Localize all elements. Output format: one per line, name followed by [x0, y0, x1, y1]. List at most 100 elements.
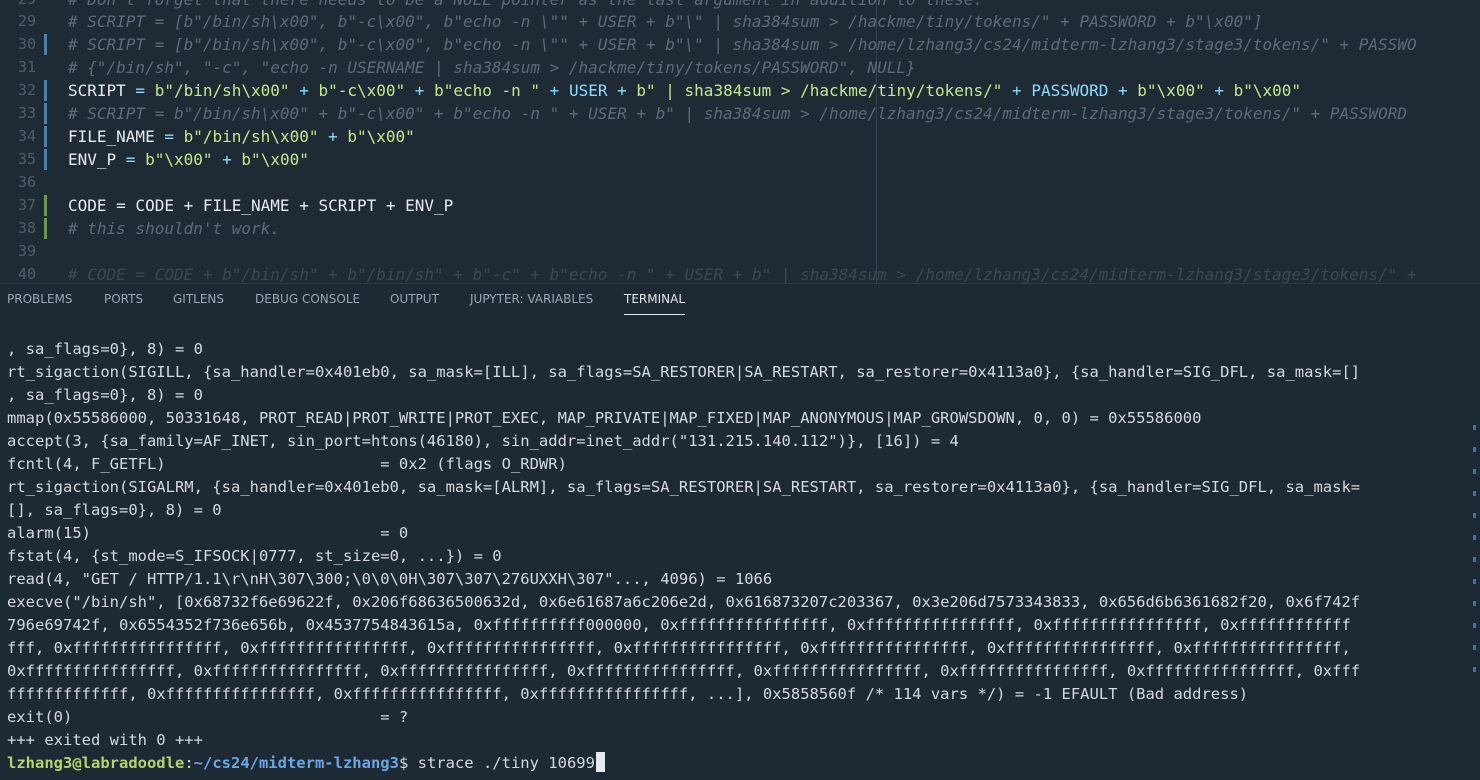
line-number: 31	[17, 58, 36, 76]
panel-tab-bar: PROBLEMS PORTS GITLENS DEBUG CONSOLE OUT…	[0, 283, 1480, 316]
operator: =	[125, 81, 155, 100]
string-literal: b"/bin/sh\x00"	[154, 81, 290, 100]
git-modified-marker	[44, 34, 47, 55]
terminal-line: read(4, "GET / HTTP/1.1\r\nH\307\300;\0\…	[7, 570, 773, 588]
operator: +	[405, 81, 435, 100]
operator: + USER +	[540, 81, 637, 100]
code-line[interactable]: 33 # SCRIPT = b"/bin/sh\x00" + b"-c\x00"…	[0, 102, 1480, 125]
operator: +	[289, 81, 319, 100]
scrollbar-markers[interactable]	[1473, 425, 1476, 675]
terminal-line: fstat(4, {st_mode=S_IFSOCK|0777, st_size…	[7, 547, 502, 565]
code-line[interactable]: 29 # SCRIPT = [b"/bin/sh\x00", b"-c\x00"…	[0, 10, 1480, 33]
variable: SCRIPT	[68, 81, 126, 100]
terminal-line: accept(3, {sa_family=AF_INET, sin_port=h…	[7, 432, 959, 450]
code-line[interactable]: 32 SCRIPT = b"/bin/sh\x00" + b"-c\x00" +…	[0, 79, 1480, 102]
line-number: 34	[17, 127, 36, 145]
terminal-line: [], sa_flags=0}, 8) = 0	[7, 501, 222, 519]
terminal-line: execve("/bin/sh", [0x68732f6e69622f, 0x2…	[7, 593, 1361, 611]
code-text[interactable]: FILE_NAME = b"/bin/sh\x00" + b"\x00"	[68, 125, 415, 148]
terminal-line: 0xffffffffffffffff, 0xffffffffffffffff, …	[7, 662, 1361, 680]
code-text[interactable]: # this shouldn't work.	[68, 217, 280, 240]
line-number: 33	[17, 104, 36, 122]
git-added-marker	[44, 218, 47, 239]
terminal-cursor	[595, 752, 605, 772]
terminal-line: +++ exited with 0 +++	[7, 731, 203, 749]
git-added-marker	[44, 195, 47, 216]
prompt-path: ~/cs24/midterm-lzhang3	[193, 754, 399, 772]
string-literal: b"-c\x00"	[318, 81, 406, 100]
operator: =	[116, 150, 146, 169]
terminal-line: 796e69742f, 0x6554352f736e656b, 0x453775…	[7, 616, 1351, 634]
terminal-line: alarm(15) = 0	[7, 524, 409, 542]
string-literal: b" | sha384sum > /hackme/tiny/tokens/"	[636, 81, 1003, 100]
operator: +	[1204, 81, 1234, 100]
operator: =	[154, 127, 184, 146]
terminal-line: fff, 0xffffffffffffffff, 0xfffffffffffff…	[7, 639, 1351, 657]
terminal-line: fffffffffffff, 0xffffffffffffffff, 0xfff…	[7, 685, 1249, 703]
code-line[interactable]: 37 CODE = CODE + FILE_NAME + SCRIPT + EN…	[0, 194, 1480, 217]
terminal-line: , sa_flags=0}, 8) = 0	[7, 340, 203, 358]
code-line[interactable]: 31 # {"/bin/sh", "-c", "echo -n USERNAME…	[0, 56, 1480, 79]
string-literal: b"/bin/sh\x00"	[183, 127, 319, 146]
operator: +	[318, 127, 348, 146]
tab-terminal[interactable]: TERMINAL	[624, 284, 686, 315]
code-text[interactable]: # SCRIPT = b"/bin/sh\x00" + b"-c\x00" + …	[68, 102, 1407, 125]
tab-problems[interactable]: PROBLEMS	[7, 284, 73, 314]
code-line[interactable]: 30 # SCRIPT = [b"/bin/sh\x00", b"-c\x00"…	[0, 33, 1480, 56]
line-number: 32	[17, 81, 36, 99]
variable: FILE_NAME	[68, 127, 155, 146]
string-literal: b"\x00"	[1137, 81, 1205, 100]
git-modified-marker	[44, 126, 47, 147]
code-text[interactable]: # {"/bin/sh", "-c", "echo -n USERNAME | …	[68, 56, 916, 79]
string-literal: b"\x00"	[1233, 81, 1302, 100]
terminal-prompt-line[interactable]: lzhang3@labradoodle:~/cs24/midterm-lzhan…	[7, 752, 605, 775]
terminal-panel[interactable]: , sa_flags=0}, 8) = 0 rt_sigaction(SIGIL…	[0, 316, 1480, 780]
string-literal: b"echo -n "	[434, 81, 541, 100]
code-line[interactable]: 34 FILE_NAME = b"/bin/sh\x00" + b"\x00"	[0, 125, 1480, 148]
line-number: 30	[17, 35, 36, 53]
line-number: 37	[17, 196, 36, 214]
code-line[interactable]: 40 # CODE = CODE + b"/bin/sh" + b"/bin/s…	[0, 263, 1480, 283]
prompt-user-host: lzhang3@labradoodle	[7, 754, 185, 772]
prompt-dollar: $	[398, 754, 418, 772]
code-text[interactable]: CODE = CODE + FILE_NAME + SCRIPT + ENV_P	[68, 194, 453, 217]
code-text[interactable]: # SCRIPT = [b"/bin/sh\x00", b"-c\x00", b…	[68, 10, 1262, 33]
variable: ENV_P	[68, 150, 117, 169]
code-line[interactable]: 38 # this shouldn't work.	[0, 217, 1480, 240]
terminal-line: rt_sigaction(SIGALRM, {sa_handler=0x401e…	[7, 478, 1361, 496]
terminal-line: rt_sigaction(SIGILL, {sa_handler=0x401eb…	[7, 363, 1361, 381]
git-modified-marker	[44, 149, 47, 170]
line-number: 39	[17, 242, 36, 260]
code-text[interactable]: SCRIPT = b"/bin/sh\x00" + b"-c\x00" + b"…	[68, 79, 1301, 102]
code-text[interactable]: # SCRIPT = [b"/bin/sh\x00", b"-c\x00", b…	[68, 33, 1417, 56]
prompt-separator: :	[184, 754, 194, 772]
code-text[interactable]: ENV_P = b"\x00" + b"\x00"	[68, 148, 309, 171]
git-modified-marker	[44, 103, 47, 124]
line-number: 36	[17, 173, 36, 191]
tab-ports[interactable]: PORTS	[104, 284, 143, 314]
tab-gitlens[interactable]: GITLENS	[173, 284, 224, 314]
tab-output[interactable]: OUTPUT	[390, 284, 439, 314]
operator: + PASSWORD +	[1002, 81, 1138, 100]
terminal-command-input[interactable]: strace ./tiny 10699	[418, 754, 595, 772]
code-text[interactable]: # CODE = CODE + b"/bin/sh" + b"/bin/sh" …	[68, 263, 1426, 283]
line-number: 38	[17, 219, 36, 237]
git-modified-marker	[44, 80, 47, 101]
tab-jupyter-variables[interactable]: JUPYTER: VARIABLES	[470, 284, 593, 314]
code-line[interactable]: 36	[0, 171, 1480, 194]
line-number: 29	[17, 12, 36, 30]
string-literal: b"\x00"	[347, 127, 415, 146]
string-literal: b"\x00"	[145, 150, 213, 169]
line-number: 35	[17, 150, 36, 168]
code-line[interactable]: 39	[0, 240, 1480, 263]
code-line[interactable]: 35 ENV_P = b"\x00" + b"\x00"	[0, 148, 1480, 171]
terminal-line: mmap(0x55586000, 50331648, PROT_READ|PRO…	[7, 409, 1202, 427]
terminal-line: , sa_flags=0}, 8) = 0	[7, 386, 203, 404]
operator: +	[212, 150, 242, 169]
line-number: 40	[17, 265, 36, 283]
code-editor[interactable]: 29 # Don't forget that there needs to be…	[0, 0, 1480, 283]
tab-debug-console[interactable]: DEBUG CONSOLE	[255, 284, 360, 314]
string-literal: b"\x00"	[241, 150, 309, 169]
terminal-line: exit(0) = ?	[7, 708, 409, 726]
terminal-line: fcntl(4, F_GETFL) = 0x2 (flags O_RDWR)	[7, 455, 567, 473]
